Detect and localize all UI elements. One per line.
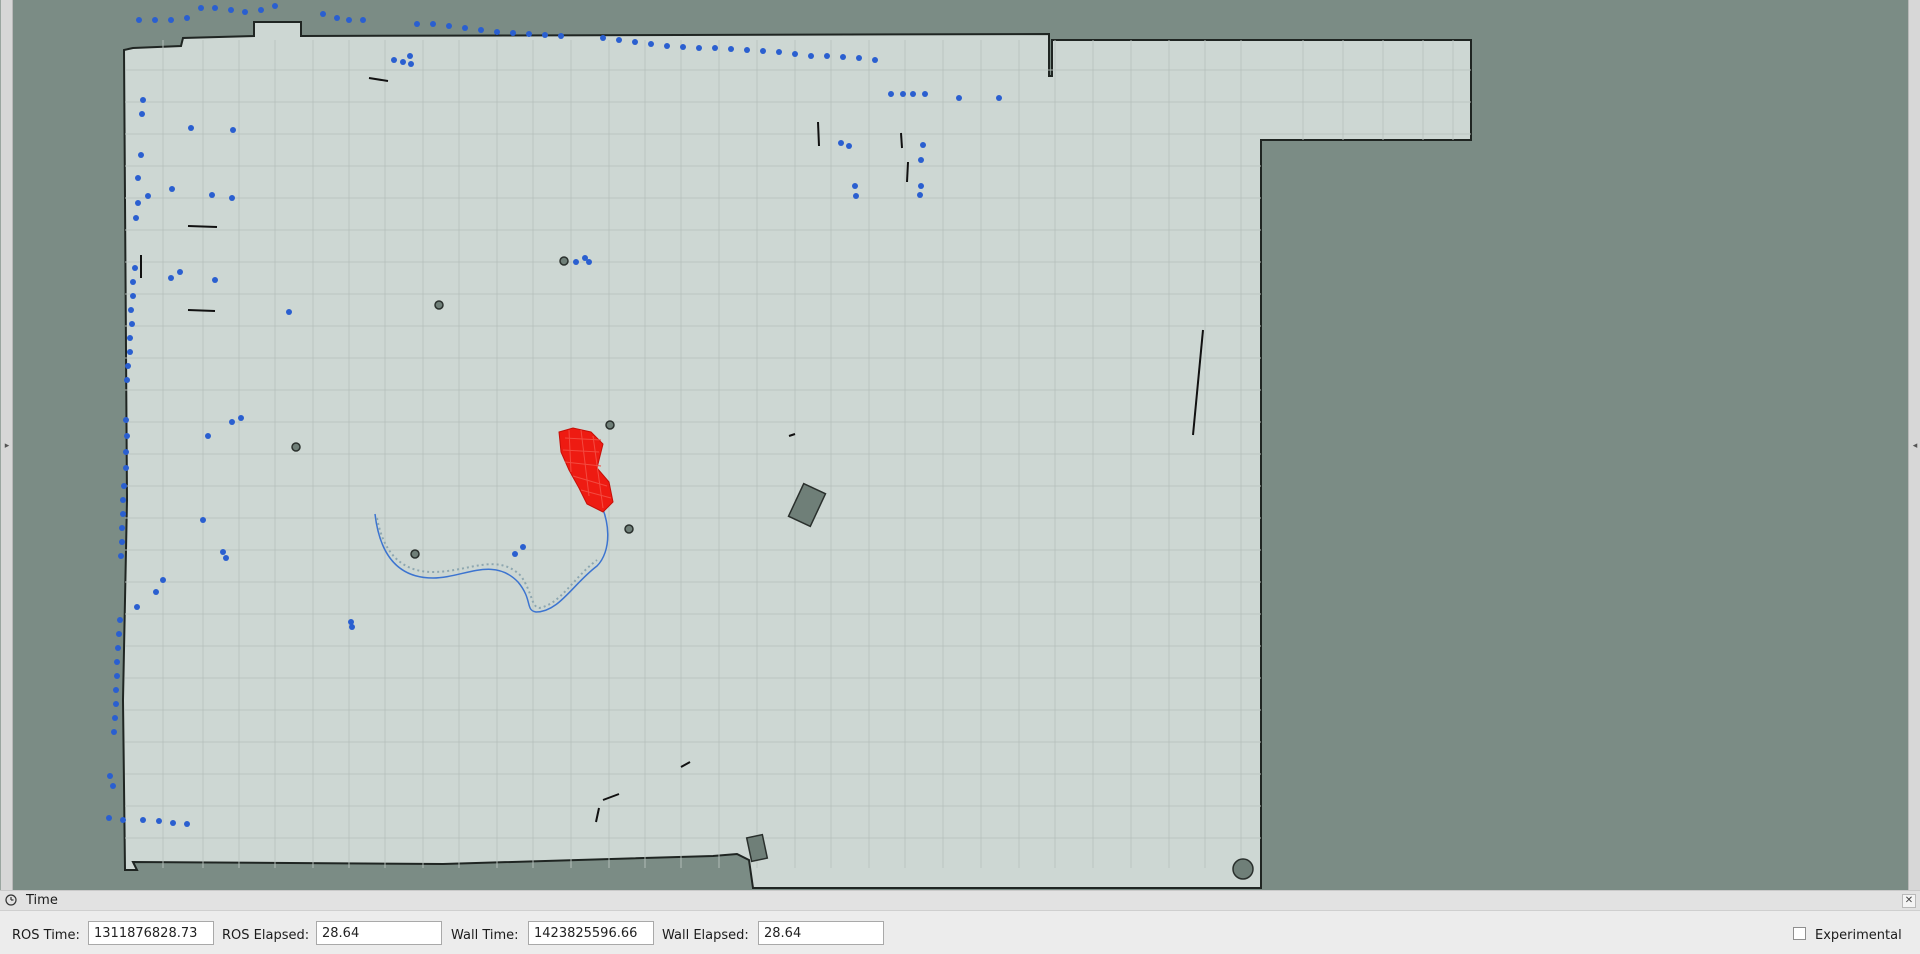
time-panel-header: Time ✕ [0,891,1920,911]
ros-time-label: ROS Time: [12,928,80,943]
ros-time-field[interactable] [88,921,214,945]
wall-elapsed-field[interactable] [758,921,884,945]
experimental-label: Experimental [1815,928,1902,943]
wall-time-label: Wall Time: [451,928,519,943]
ros-elapsed-field[interactable] [316,921,442,945]
ros-elapsed-label: ROS Elapsed: [222,928,310,943]
clock-icon [5,894,17,906]
time-panel-title: Time [26,893,58,908]
map-viewport[interactable]: ▸ ◂ [0,0,1920,890]
experimental-checkbox[interactable] [1793,927,1806,940]
wall-time-field[interactable] [528,921,654,945]
wall-elapsed-label: Wall Elapsed: [662,928,749,943]
left-panel-handle[interactable]: ▸ [1,0,13,890]
close-icon[interactable]: ✕ [1902,894,1916,908]
time-panel: Time ✕ ROS Time: ROS Elapsed: Wall Time:… [0,890,1920,954]
collapse-left-arrow-icon[interactable]: ▸ [1,441,13,451]
right-panel-handle[interactable]: ◂ [1908,0,1920,890]
free-space-area [121,21,1472,889]
occupancy-grid-map[interactable] [13,0,1909,890]
collapse-right-arrow-icon[interactable]: ◂ [1909,441,1920,451]
